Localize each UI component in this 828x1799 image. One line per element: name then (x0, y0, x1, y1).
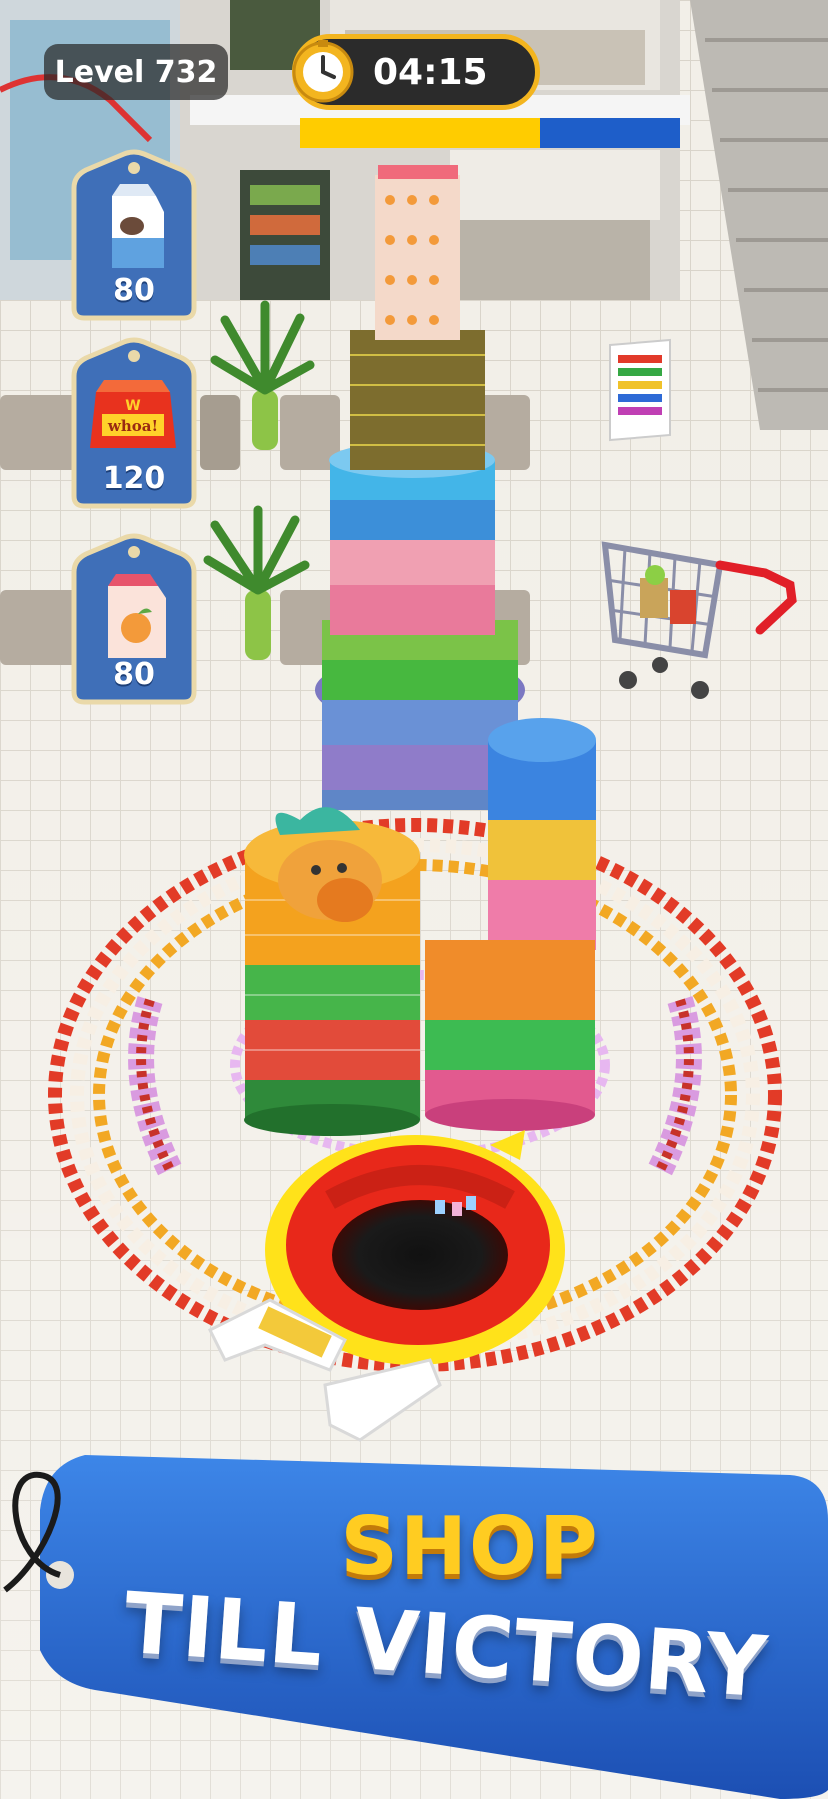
goal-tag-whoa: whoa! W 120 (66, 336, 202, 510)
clock-icon (292, 40, 354, 103)
goal-count: 120 (102, 461, 166, 496)
promo-title-line1: SHOP (340, 1500, 600, 1593)
svg-text:whoa!: whoa! (107, 417, 158, 435)
level-label: Level 732 (54, 54, 218, 90)
svg-text:W: W (125, 398, 140, 414)
game-scene: Level 732 04:15 80 whoa! W 120 80 SHOP T… (0, 0, 828, 1799)
goal-count: 80 (113, 657, 155, 692)
timer: 04:15 (292, 34, 540, 110)
goal-tag-milk: 80 (66, 148, 202, 322)
goal-tag-peach-juice: 80 (66, 532, 202, 706)
goal-count: 80 (113, 273, 155, 308)
timer-value: 04:15 (373, 51, 488, 93)
level-indicator: Level 732 (44, 44, 228, 100)
